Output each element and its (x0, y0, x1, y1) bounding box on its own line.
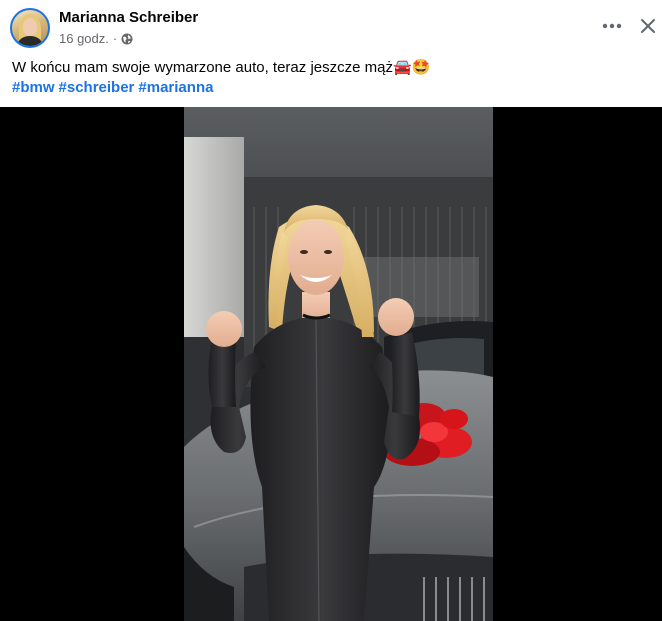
hashtag-schreiber[interactable]: #schreiber (59, 78, 135, 98)
close-icon (641, 19, 655, 33)
meta-separator: · (112, 31, 118, 46)
hashtag-marianna[interactable]: #marianna (138, 78, 213, 98)
more-horizontal-icon (602, 23, 622, 29)
globe-icon (121, 33, 133, 44)
avatar-body (18, 36, 42, 46)
author-avatar[interactable] (10, 8, 50, 48)
close-button[interactable] (636, 14, 660, 38)
post-caption: W końcu mam swoje wymarzone auto, teraz … (12, 59, 431, 76)
post-hashtags: #bmw #schreiber #marianna (12, 78, 213, 98)
post-time[interactable]: 16 godz. (59, 31, 109, 46)
hashtag-bmw[interactable]: #bmw (12, 78, 55, 98)
more-options-button[interactable] (598, 14, 626, 38)
video-frame[interactable] (184, 107, 493, 621)
post-meta: 16 godz. · (59, 31, 133, 46)
avatar-face (23, 18, 37, 36)
video-scene (184, 107, 493, 621)
post-header: Marianna Schreiber 16 godz. · (0, 0, 662, 52)
video-player[interactable] (0, 107, 662, 621)
author-name[interactable]: Marianna Schreiber (59, 9, 198, 26)
